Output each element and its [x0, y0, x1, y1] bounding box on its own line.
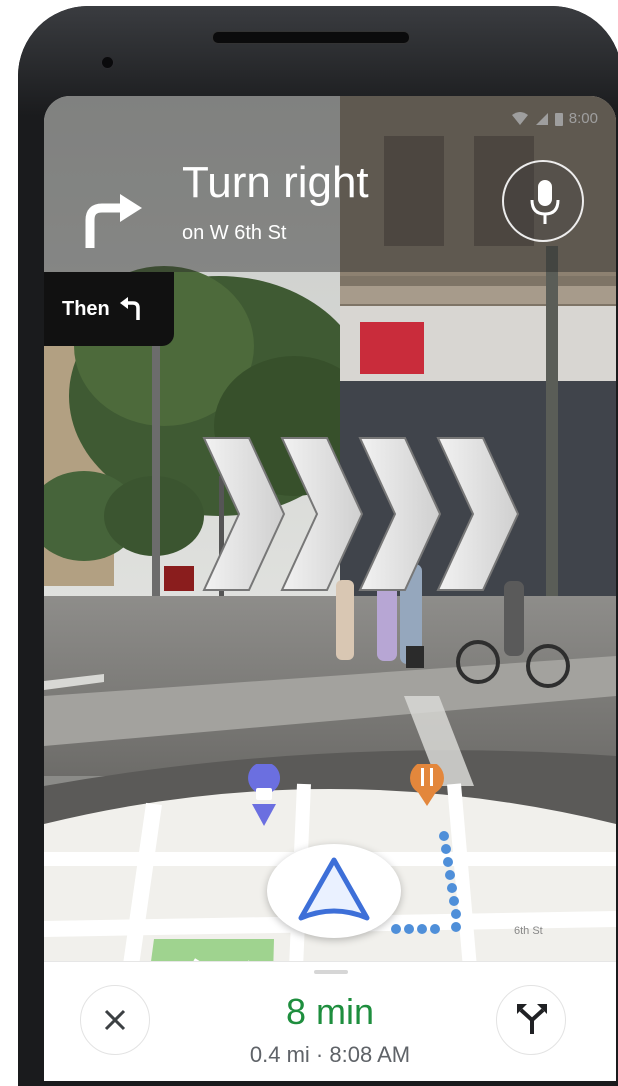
mic-icon: [530, 180, 560, 224]
alternate-routes-icon: [517, 1004, 547, 1034]
turn-instruction-banner: Turn right on W 6th St: [44, 96, 616, 272]
turn-street: on W 6th St: [182, 222, 287, 244]
exit-navigation-button[interactable]: [80, 985, 150, 1055]
sheet-drag-handle[interactable]: [314, 970, 348, 974]
turn-instruction: Turn right: [182, 158, 369, 207]
trip-summary-sheet: 8 min 0.4 mi · 8:08 AM: [44, 961, 616, 1081]
voice-search-button[interactable]: [502, 160, 584, 242]
map-street-label: 6th St: [514, 925, 543, 937]
then-label: Then: [62, 297, 110, 320]
close-icon: [104, 1009, 126, 1031]
turn-left-icon: [119, 297, 140, 320]
ar-navigation-screen: 8:00 Turn right on W 6th St Then 6th St …: [44, 96, 616, 1081]
eta-time: 8 min: [285, 991, 375, 1032]
trip-details: 0.4 mi · 8:08 AM: [249, 1042, 411, 1067]
recenter-location-button[interactable]: [267, 844, 401, 938]
front-camera: [101, 56, 114, 69]
turn-right-icon: [85, 194, 142, 248]
navigation-arrow-icon: [298, 857, 370, 921]
next-turn-chip: Then: [44, 272, 174, 346]
phone-speaker: [212, 31, 410, 44]
alternate-routes-button[interactable]: [496, 985, 566, 1055]
